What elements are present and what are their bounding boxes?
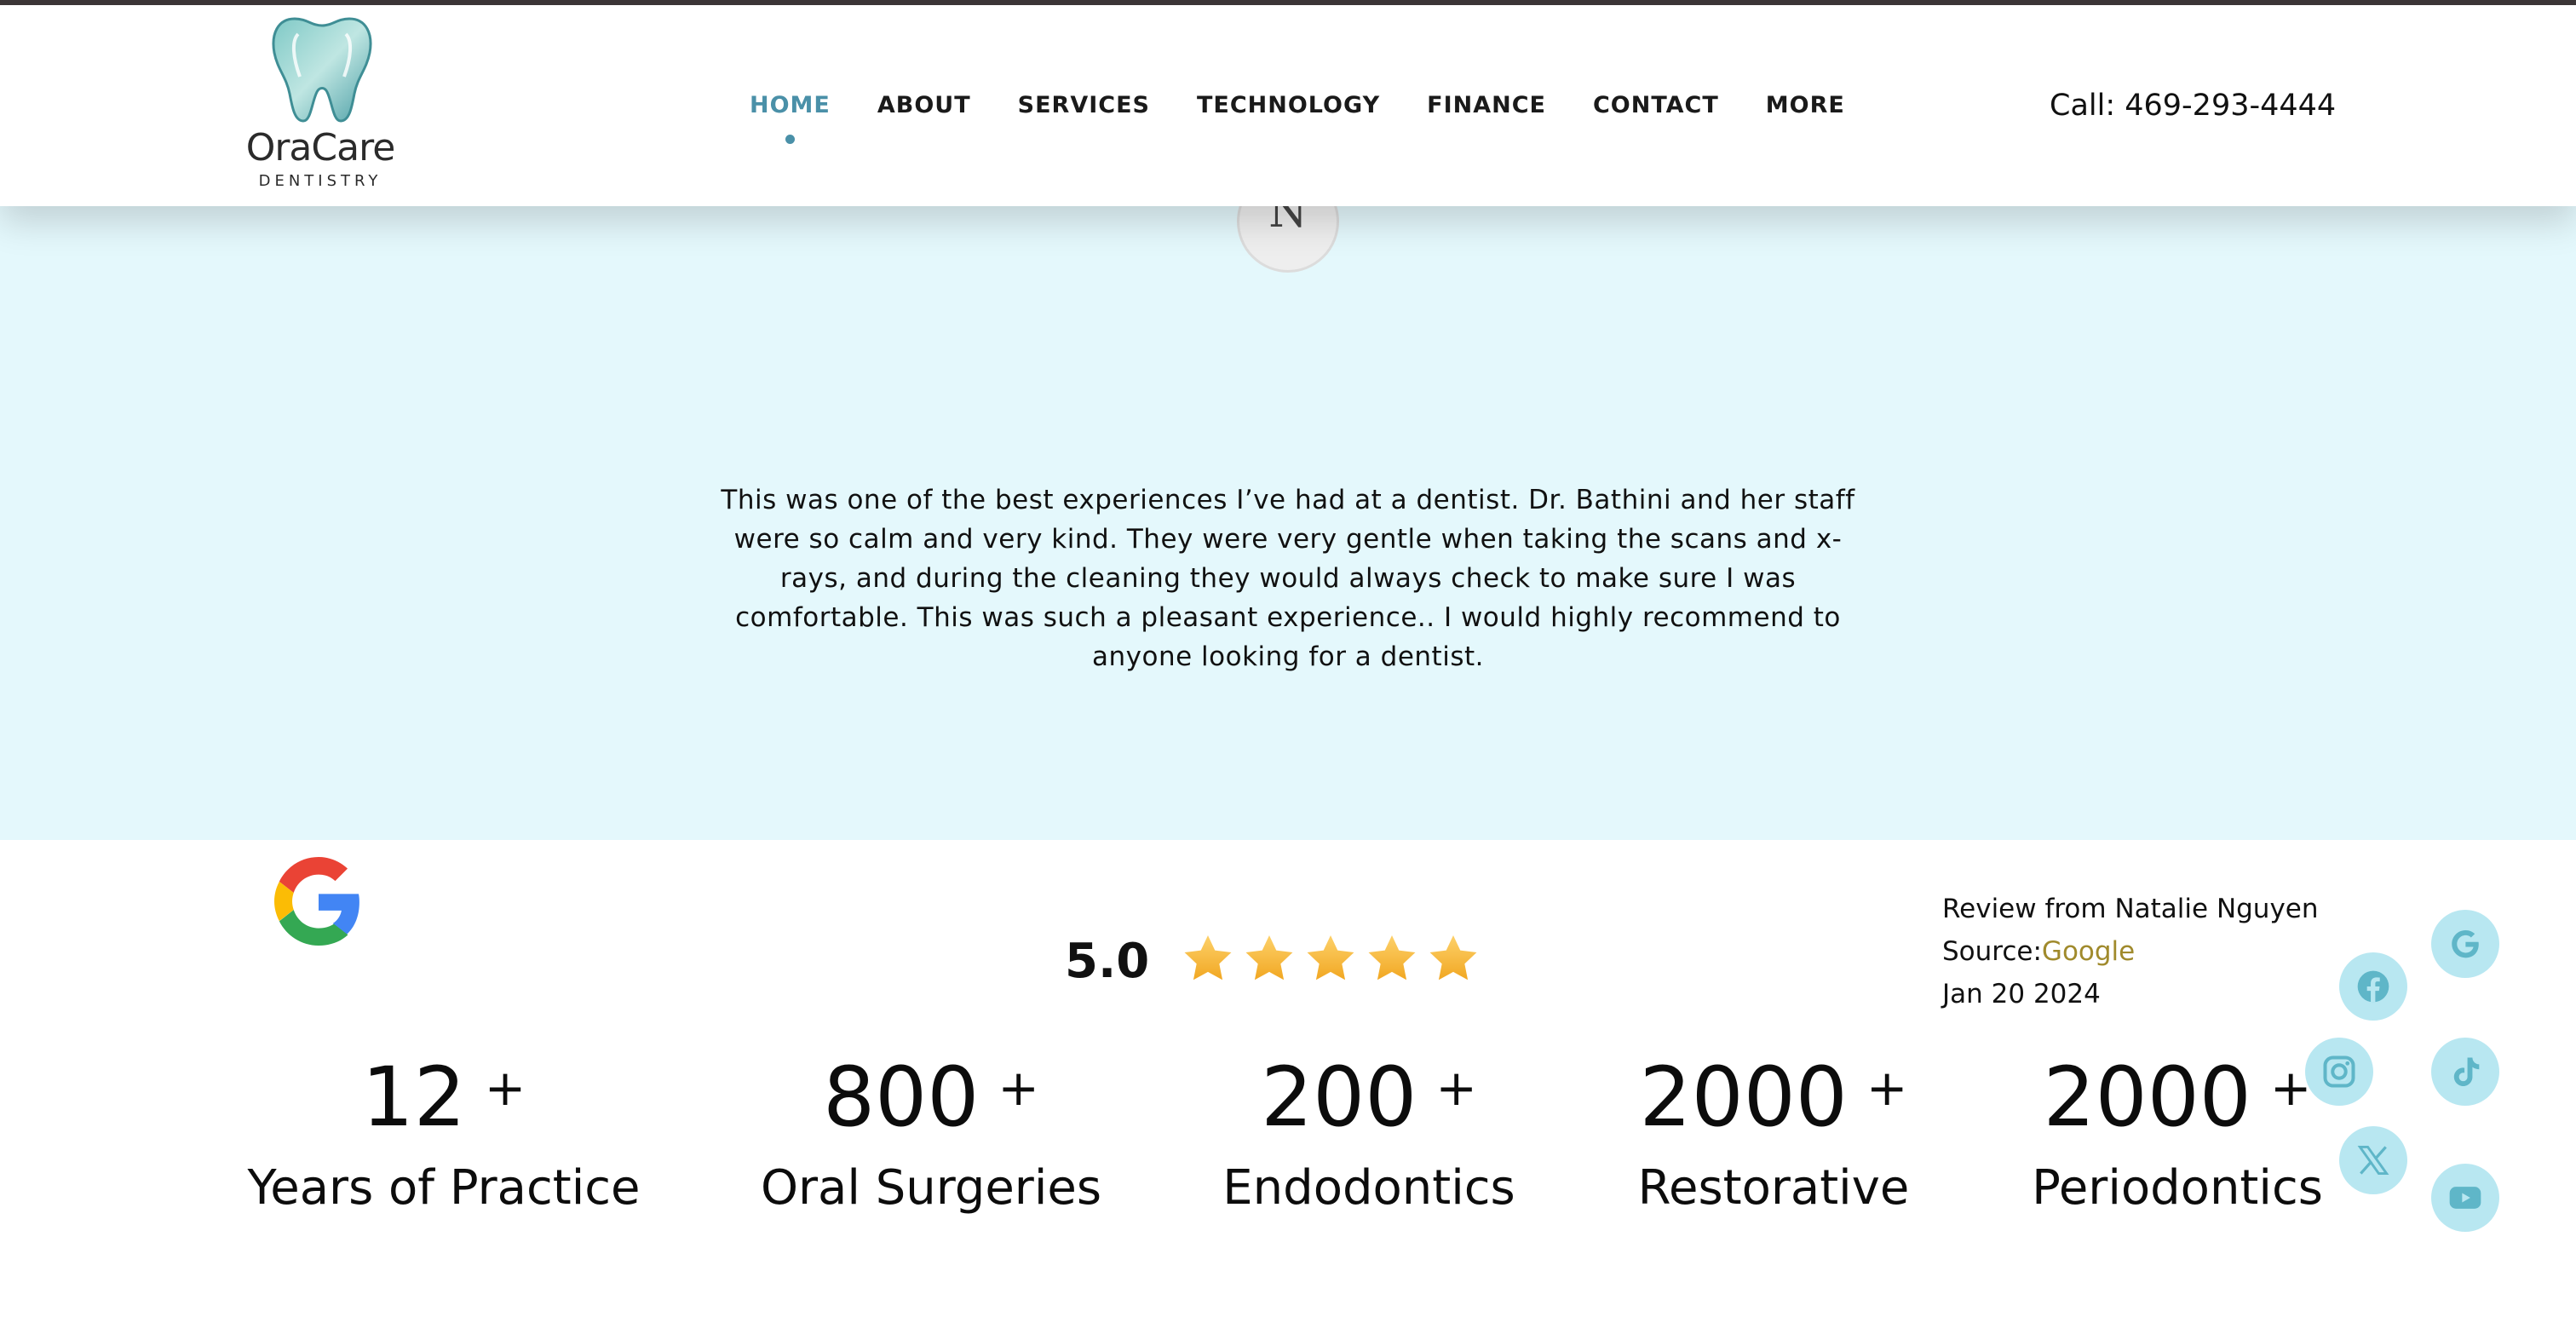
stat-label: Oral Surgeries (760, 1160, 1102, 1216)
social-youtube-button[interactable] (2431, 1164, 2499, 1232)
active-indicator-dot (785, 135, 796, 144)
star-icon (1429, 935, 1477, 981)
nav-label: HOME (750, 92, 831, 118)
oracare-logo[interactable]: OraCare DENTISTRY (235, 14, 405, 193)
review-text: This was one of the best experiences I’v… (721, 485, 1855, 672)
nav-item-more[interactable]: MORE (1766, 92, 1845, 126)
nav-label: CONTACT (1592, 92, 1719, 118)
social-x-button[interactable] (2339, 1126, 2407, 1194)
stat-plus: + (1435, 1059, 1477, 1117)
rating-score: 5.0 (1065, 934, 1150, 989)
nav-item-home[interactable]: HOME (750, 92, 831, 144)
instagram-icon (2323, 1055, 2355, 1088)
nav-item-contact[interactable]: CONTACT (1593, 92, 1719, 126)
nav-label: ABOUT (877, 92, 971, 118)
google-icon (2452, 930, 2479, 958)
star-icon (1368, 935, 1416, 981)
social-instagram-button[interactable] (2305, 1038, 2373, 1106)
call-phone-link[interactable]: Call: 469-293-4444 (2050, 89, 2336, 123)
star-icon (1307, 935, 1354, 981)
nav-label: SERVICES (1017, 92, 1150, 118)
stat-number-row: 12 + (244, 1056, 644, 1138)
review-meta: Review from Natalie Nguyen Source:Google… (1942, 888, 2319, 1015)
google-logo-icon (274, 857, 359, 946)
nav-item-finance[interactable]: FINANCE (1427, 92, 1546, 126)
stat-number-row: 800 + (756, 1056, 1106, 1138)
youtube-icon (2449, 1187, 2481, 1209)
reviewer-name: Review from Natalie Nguyen (1942, 894, 2319, 924)
review-date: Jan 20 2024 (1942, 979, 2101, 1009)
review-section: This was one of the best experiences I’v… (0, 206, 2576, 1009)
stats-section: 12 + Years of Practice 800 + Oral Surgerie… (0, 1056, 2576, 1312)
stat-plus: + (998, 1059, 1039, 1117)
stat-number-row: 2000 + (2022, 1056, 2332, 1138)
stat-plus: + (484, 1059, 526, 1117)
page: This was one of the best experiences I’v… (0, 0, 2576, 1317)
social-google-button[interactable] (2431, 910, 2499, 978)
social-tiktok-button[interactable] (2431, 1038, 2499, 1106)
stat-label: Endodontics (1222, 1160, 1515, 1216)
nav-item-services[interactable]: SERVICES (1018, 92, 1150, 126)
star-icon (1245, 935, 1293, 981)
tooth-icon (272, 17, 372, 123)
stat-plus: + (1866, 1059, 1908, 1117)
review-source: Source:Google (1942, 930, 2319, 973)
nav-label: FINANCE (1427, 92, 1546, 118)
logo-subtitle: DENTISTRY (258, 172, 382, 190)
source-link[interactable]: Google (2042, 936, 2135, 967)
stat-oral-surgeries: 800 + Oral Surgeries (756, 1056, 1106, 1216)
star-icon (1184, 935, 1232, 981)
tiktok-icon (2453, 1057, 2480, 1087)
stat-restorative: 2000 + Restorative (1636, 1056, 1912, 1216)
stat-endodontics: 200 + Endodontics (1213, 1056, 1525, 1216)
stat-number: 2000 (1639, 1050, 1848, 1145)
stat-number: 200 (1261, 1050, 1417, 1145)
nav-item-about[interactable]: ABOUT (877, 92, 971, 126)
nav-label: MORE (1765, 92, 1845, 118)
main-nav: HOME ABOUT SERVICES TECHNOLOGY FINANCE C… (750, 92, 1845, 144)
stat-number: 12 (361, 1050, 466, 1145)
source-label: Source: (1942, 936, 2042, 967)
stat-number-row: 2000 + (1636, 1056, 1912, 1138)
stat-number: 800 (823, 1050, 980, 1145)
facebook-icon (2357, 970, 2389, 1003)
stat-years-of-practice: 12 + Years of Practice (244, 1056, 644, 1216)
star-rating (1181, 932, 1481, 986)
stat-label: Restorative (1637, 1160, 1910, 1216)
nav-item-technology[interactable]: TECHNOLOGY (1197, 92, 1380, 126)
stat-number: 2000 (2043, 1050, 2251, 1145)
x-icon (2357, 1145, 2389, 1176)
site-header: OraCare DENTISTRY HOME ABOUT SERVICES TE… (0, 5, 2576, 206)
stat-periodontics: 2000 + Periodontics (2022, 1056, 2332, 1216)
logo-name: OraCare (245, 126, 396, 170)
nav-label: TECHNOLOGY (1196, 92, 1381, 118)
stat-label: Years of Practice (247, 1160, 641, 1216)
stat-label: Periodontics (2032, 1160, 2323, 1216)
stat-number-row: 200 + (1213, 1056, 1525, 1138)
social-facebook-button[interactable] (2339, 952, 2407, 1021)
